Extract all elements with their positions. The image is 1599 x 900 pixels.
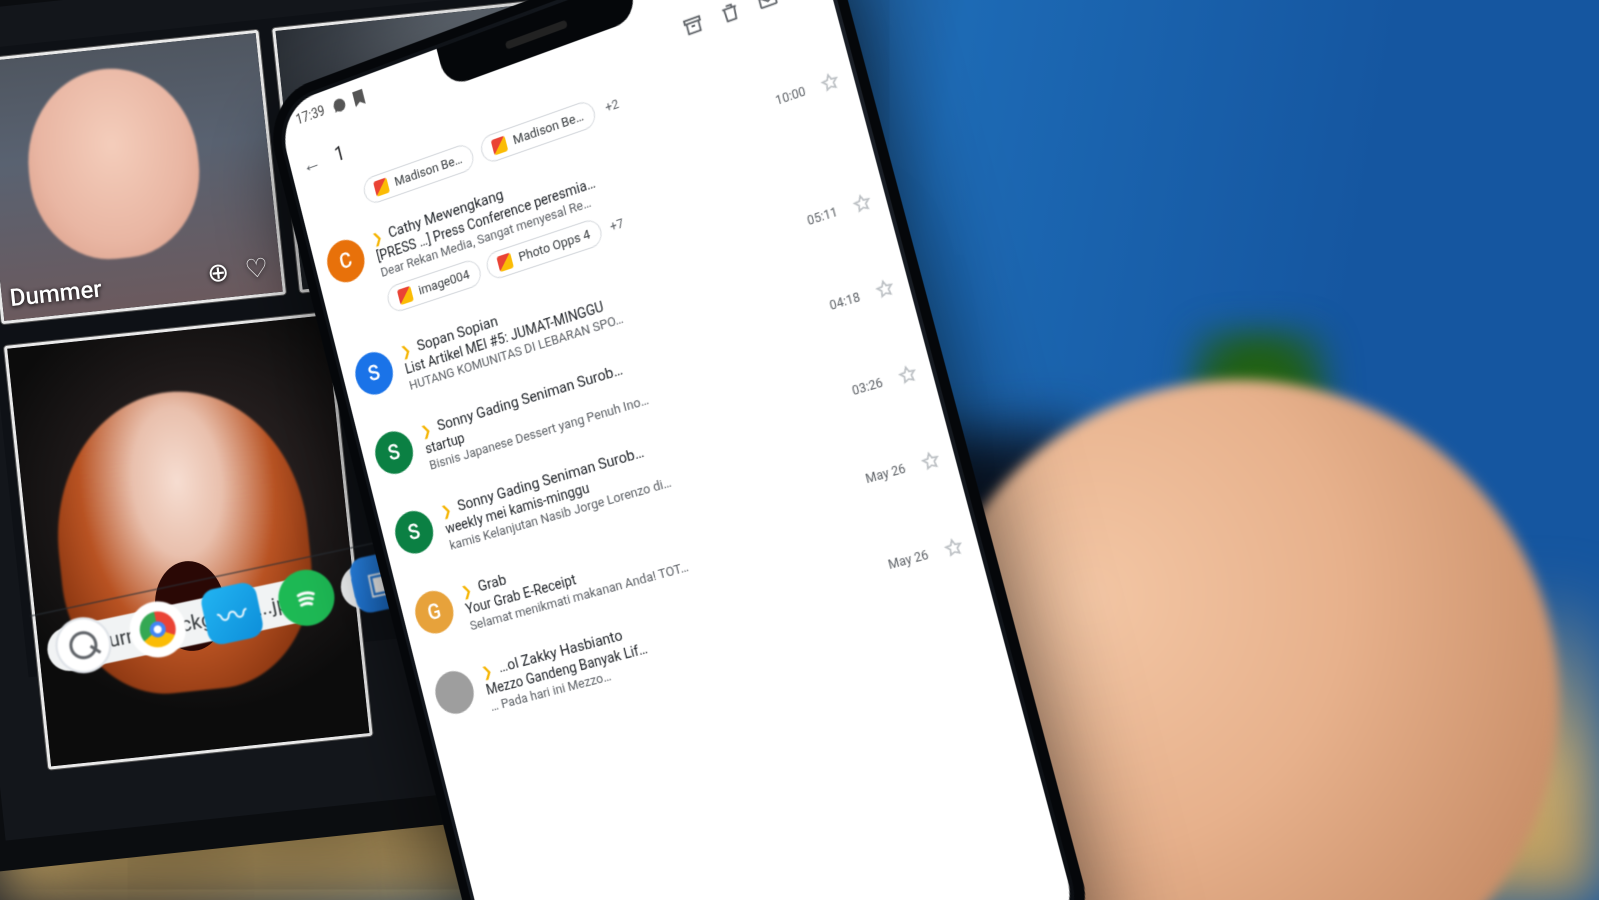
chrome-icon[interactable] <box>125 596 191 662</box>
importance-marker-icon[interactable]: ❯ <box>371 230 384 248</box>
importance-marker-icon[interactable]: ❯ <box>399 343 413 361</box>
status-time: 17:39 <box>295 103 327 128</box>
archive-icon[interactable] <box>680 12 706 41</box>
back-icon[interactable]: ← <box>300 149 324 179</box>
app-icon[interactable]: 〰 <box>199 580 265 646</box>
selection-count: 1 <box>332 141 347 166</box>
importance-marker-icon[interactable]: ❯ <box>480 664 494 682</box>
sender-avatar[interactable]: S <box>351 347 397 400</box>
importance-marker-icon[interactable]: ❯ <box>440 503 454 521</box>
scene: Dummer ⊕ ♡ blurred-backgroun....jpg <box>0 0 1599 900</box>
image-icon <box>373 177 390 197</box>
plant-blur <box>1129 420 1389 680</box>
star-icon[interactable] <box>918 448 943 474</box>
whatsapp-icon <box>331 96 348 116</box>
bookmark-icon <box>352 89 366 107</box>
more-attachments[interactable]: +7 <box>608 216 625 235</box>
sender-avatar[interactable]: C <box>323 235 369 288</box>
zoom-icon[interactable]: ⊕ <box>206 257 231 289</box>
star-icon[interactable] <box>941 535 966 561</box>
importance-marker-icon[interactable]: ❯ <box>460 583 474 601</box>
mark-read-icon[interactable] <box>754 0 780 14</box>
image-icon <box>397 286 414 305</box>
sender-avatar[interactable] <box>431 667 478 718</box>
image-icon <box>491 136 509 156</box>
star-icon[interactable] <box>873 276 898 302</box>
spotify-icon[interactable] <box>273 565 339 631</box>
sender-avatar[interactable]: S <box>371 426 418 478</box>
delete-icon[interactable] <box>717 0 743 27</box>
importance-marker-icon[interactable]: ❯ <box>419 423 433 441</box>
image-icon <box>496 252 514 272</box>
star-icon[interactable] <box>818 69 842 96</box>
star-icon[interactable] <box>850 190 875 216</box>
launcher-icon[interactable] <box>50 612 116 678</box>
sender-avatar[interactable]: S <box>391 506 438 558</box>
star-icon[interactable] <box>895 362 920 388</box>
more-chips[interactable]: +2 <box>604 96 621 115</box>
sender-avatar[interactable]: G <box>411 586 458 638</box>
